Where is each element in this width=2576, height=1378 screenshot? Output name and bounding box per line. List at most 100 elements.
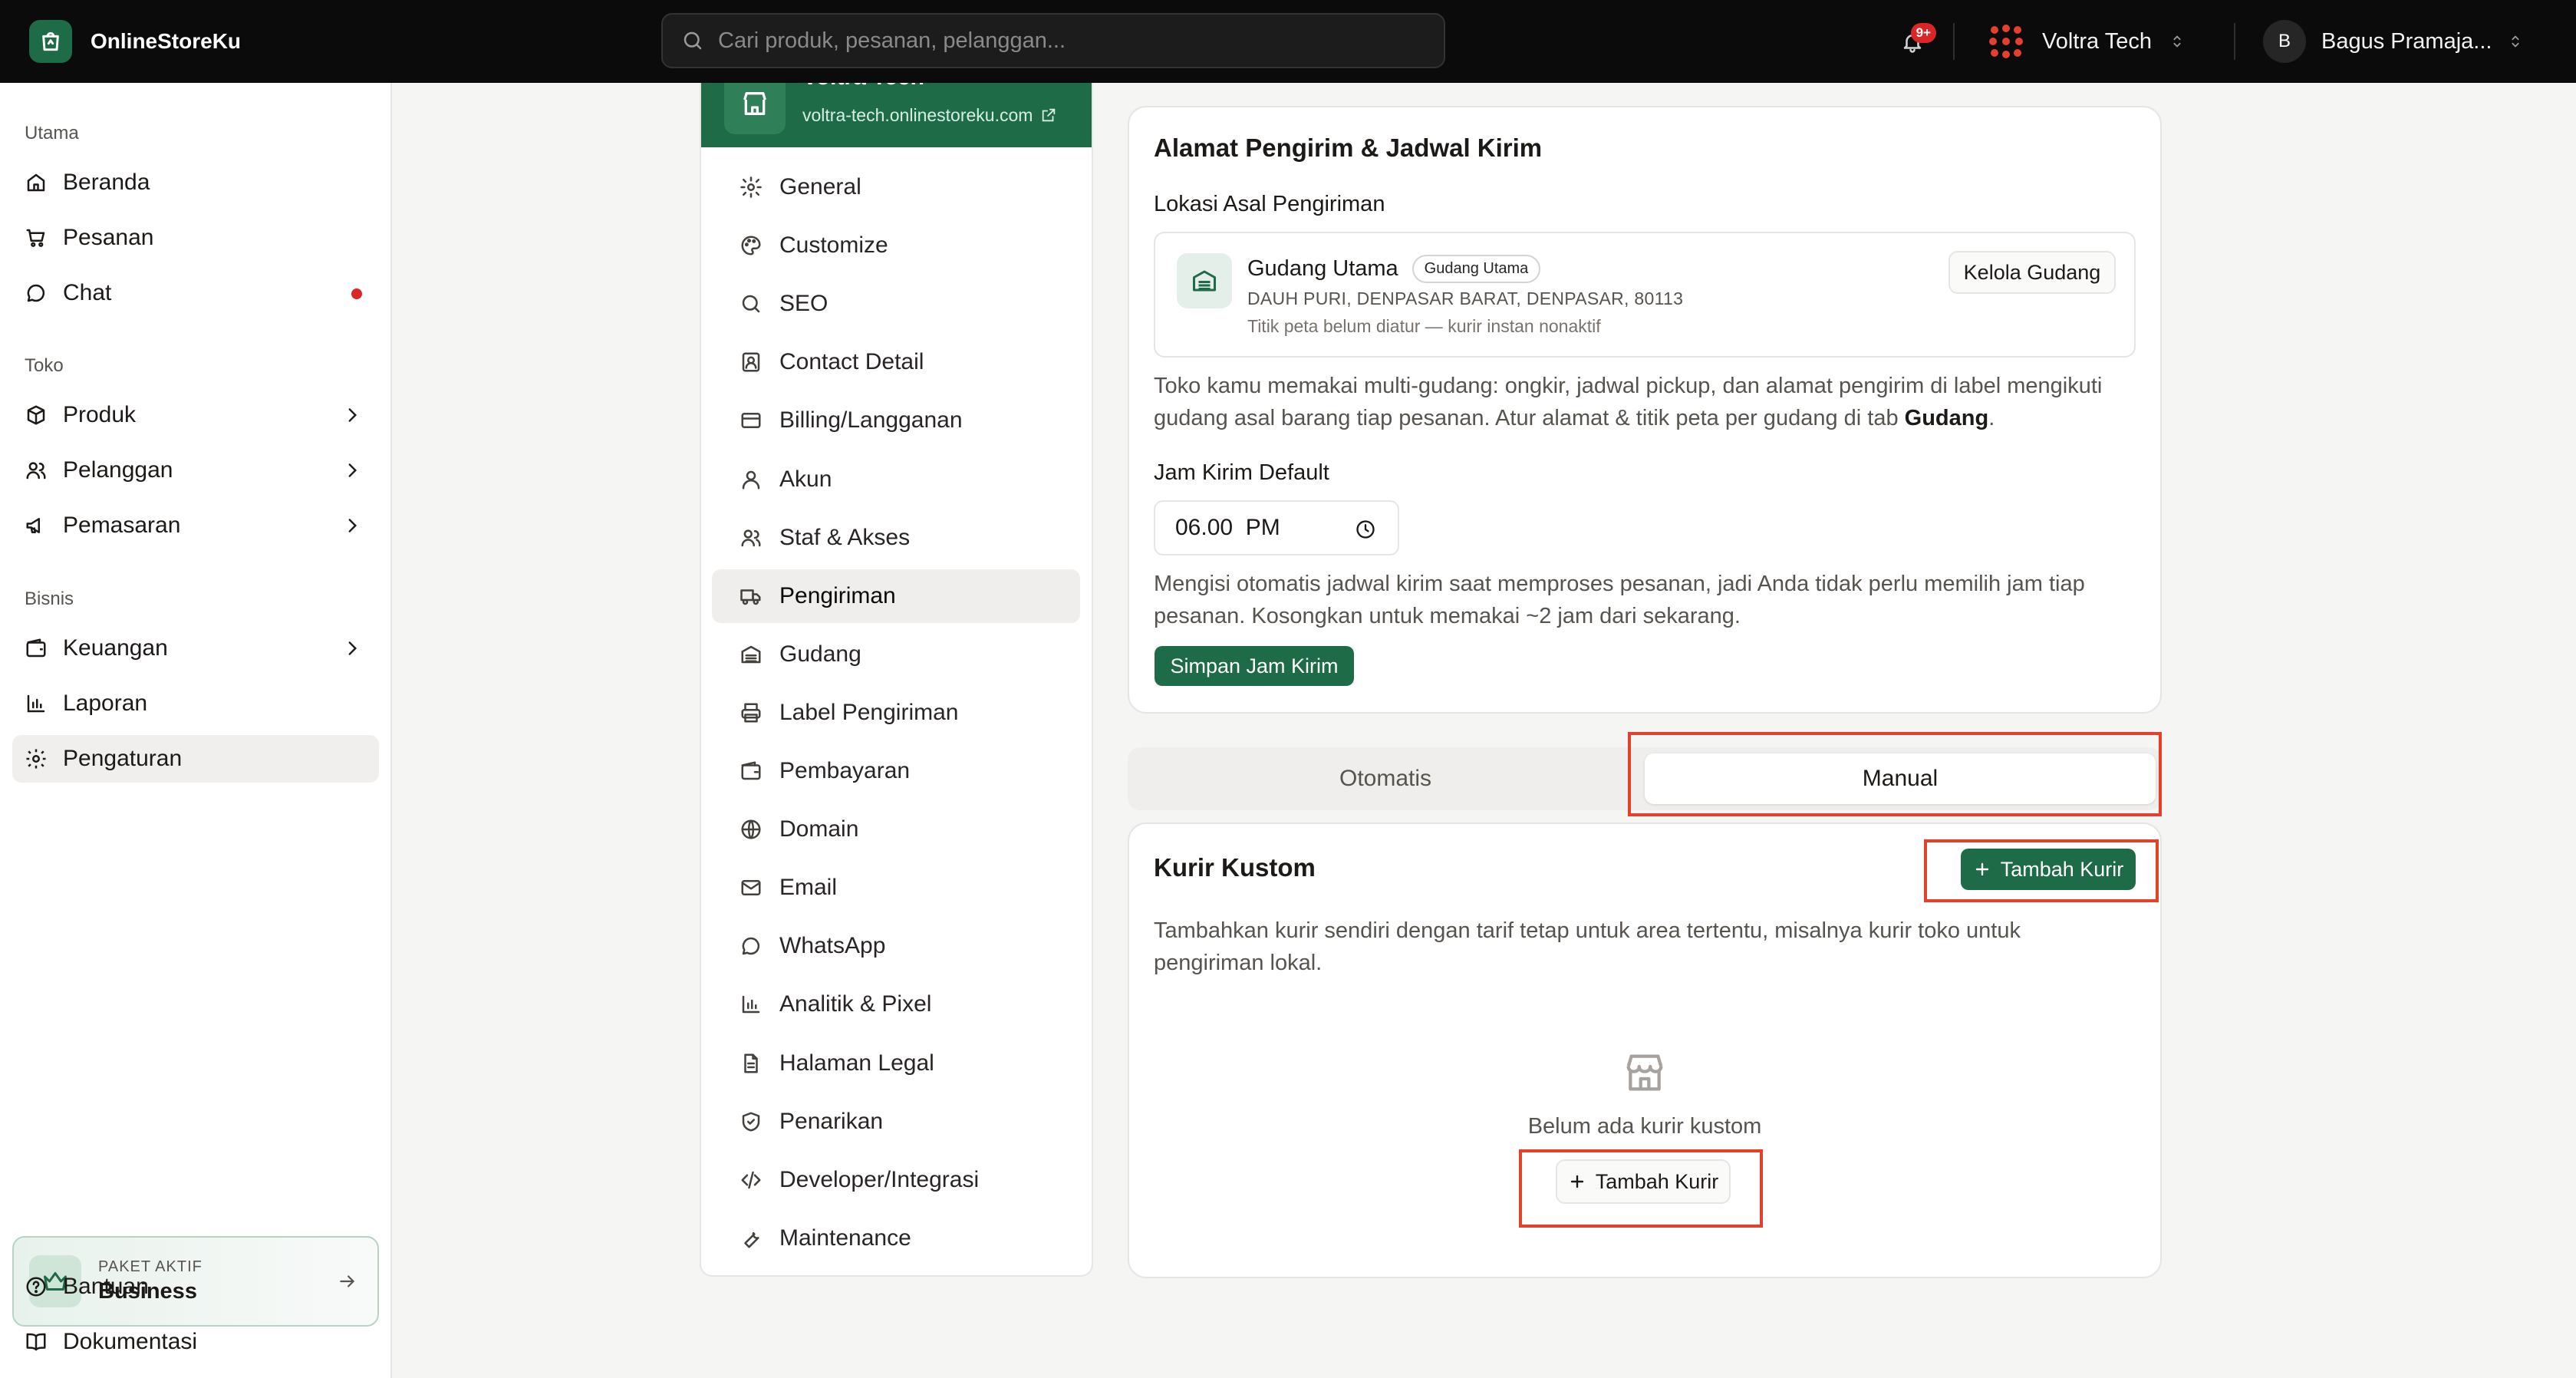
chevron-up-down-icon — [2507, 31, 2524, 52]
settings-item-whatsapp[interactable]: WhatsApp — [712, 919, 1080, 973]
settings-item-domain[interactable]: Domain — [712, 803, 1080, 856]
settings-item-label: Analitik & Pixel — [779, 991, 932, 1017]
sidebar-item-beranda[interactable]: Beranda — [12, 159, 379, 206]
sidebar-item-label: Pelanggan — [63, 457, 173, 483]
search-input[interactable] — [718, 28, 1408, 54]
sidebar-item-bantuan[interactable]: Bantuan — [12, 1263, 379, 1310]
save-time-button[interactable]: Simpan Jam Kirim — [1155, 646, 1354, 686]
gudang-tab-reference: Gudang — [1904, 406, 1989, 430]
search-icon — [681, 29, 704, 52]
sidebar-item-produk[interactable]: Produk — [12, 391, 379, 439]
settings-item-penarikan[interactable]: Penarikan — [712, 1095, 1080, 1149]
sidebar-item-label: Produk — [63, 402, 137, 427]
sidebar-item-label: Beranda — [63, 170, 150, 195]
sidebar-item-chat[interactable]: Chat — [12, 269, 379, 317]
settings-item-label: Contact Detail — [779, 349, 924, 374]
chevron-up-down-icon — [2169, 31, 2186, 52]
sidebar-item-laporan[interactable]: Laporan — [12, 680, 379, 727]
printer-icon — [740, 701, 763, 724]
settings-item-label: Domain — [779, 816, 859, 842]
time-value: 06.00 PM — [1175, 515, 1280, 540]
divider — [2234, 23, 2235, 60]
book-icon — [25, 1330, 48, 1353]
sidebar-item-label: Pengaturan — [63, 746, 183, 771]
add-courier-button[interactable]: Tambah Kurir — [1961, 849, 2136, 890]
notifications-button[interactable]: 9+ — [1893, 23, 1936, 61]
store-url-link[interactable]: voltra-tech.onlinestoreku.com — [802, 105, 1057, 126]
users-icon — [25, 459, 48, 482]
store-name: Voltra Tech — [2042, 28, 2152, 54]
settings-item-developer-integrasi[interactable]: Developer/Integrasi — [712, 1153, 1080, 1207]
sidebar-item-pesanan[interactable]: Pesanan — [12, 214, 379, 262]
chevron-right-icon — [342, 516, 362, 536]
tab-manual[interactable]: Manual — [1645, 753, 2156, 804]
settings-item-label: Staf & Akses — [779, 525, 911, 550]
manage-warehouse-button[interactable]: Kelola Gudang — [1948, 251, 2116, 294]
settings-item-label: Developer/Integrasi — [779, 1167, 980, 1192]
tab-otomatis[interactable]: Otomatis — [1134, 753, 1637, 804]
settings-item-general[interactable]: General — [712, 160, 1080, 214]
sidebar-item-label: Bantuan — [63, 1274, 149, 1299]
settings-item-label: Customize — [779, 232, 888, 258]
settings-item-pembayaran[interactable]: Pembayaran — [712, 744, 1080, 798]
user-menu[interactable]: B Bagus Pramaja... — [2263, 18, 2524, 64]
group-label-bisnis: Bisnis — [25, 588, 74, 609]
default-time-input[interactable]: 06.00 PM — [1154, 500, 1399, 555]
shipping-card-title: Alamat Pengirim & Jadwal Kirim — [1154, 134, 1543, 162]
document-icon — [740, 1052, 763, 1075]
settings-item-seo[interactable]: SEO — [712, 277, 1080, 331]
origin-label: Lokasi Asal Pengiriman — [1154, 192, 1385, 216]
sidebar-item-label: Chat — [63, 280, 112, 305]
chevron-right-icon — [342, 405, 362, 425]
whatsapp-icon — [740, 935, 763, 958]
brand-name: OnlineStoreKu — [91, 29, 242, 53]
brand[interactable]: OnlineStoreKu — [29, 20, 241, 63]
wallet-icon — [25, 637, 48, 660]
chat-icon — [25, 282, 48, 305]
settings-item-halaman-legal[interactable]: Halaman Legal — [712, 1037, 1080, 1090]
clock-icon[interactable] — [1355, 519, 1376, 540]
default-time-label: Jam Kirim Default — [1154, 460, 1329, 485]
external-link-icon — [1040, 107, 1057, 124]
shield-icon — [740, 1110, 763, 1133]
empty-add-courier-label: Tambah Kurir — [1595, 1169, 1719, 1193]
settings-item-analitik-pixel[interactable]: Analitik & Pixel — [712, 977, 1080, 1031]
chevron-right-icon — [342, 460, 362, 480]
settings-item-label: Akun — [779, 466, 832, 492]
store-logo-icon — [1987, 22, 2025, 61]
sidebar-item-label: Laporan — [63, 691, 148, 716]
settings-item-label: Penarikan — [779, 1109, 884, 1134]
main-sidebar: Utama Beranda Pesanan Chat Toko Produk P… — [0, 83, 392, 1378]
gear-icon — [25, 747, 48, 770]
store-switcher[interactable]: Voltra Tech — [1987, 20, 2186, 63]
settings-item-customize[interactable]: Customize — [712, 219, 1080, 272]
settings-item-email[interactable]: Email — [712, 861, 1080, 915]
multi-warehouse-info: Toko kamu memakai multi-gudang: ongkir, … — [1154, 370, 2136, 434]
settings-item-label-pengiriman[interactable]: Label Pengiriman — [712, 686, 1080, 740]
settings-item-maintenance[interactable]: Maintenance — [712, 1212, 1080, 1265]
warehouse-icon — [740, 643, 763, 666]
settings-item-label: Email — [779, 875, 838, 900]
settings-item-gudang[interactable]: Gudang — [712, 628, 1080, 681]
settings-item-staf-akses[interactable]: Staf & Akses — [712, 511, 1080, 565]
warehouse-map-note: Titik peta belum diatur — kurir instan n… — [1247, 316, 1601, 336]
users-icon — [740, 526, 763, 549]
notification-badge: 9+ — [1910, 23, 1936, 43]
sidebar-item-pemasaran[interactable]: Pemasaran — [12, 502, 379, 549]
sidebar-item-keuangan[interactable]: Keuangan — [12, 625, 379, 672]
courier-mode-tabs: Otomatis Manual — [1128, 747, 2162, 810]
settings-item-label: Pengiriman — [779, 583, 896, 608]
settings-item-akun[interactable]: Akun — [712, 453, 1080, 506]
sidebar-item-pengaturan[interactable]: Pengaturan — [12, 735, 379, 783]
group-label-toko: Toko — [25, 355, 64, 376]
empty-add-courier-button[interactable]: Tambah Kurir — [1556, 1159, 1731, 1204]
sidebar-item-pelanggan[interactable]: Pelanggan — [12, 447, 379, 494]
settings-item-pengiriman[interactable]: Pengiriman — [712, 569, 1080, 623]
settings-item-billing-langganan[interactable]: Billing/Langganan — [712, 394, 1080, 447]
shopping-bag-logo-icon — [29, 20, 72, 63]
settings-item-contact-detail[interactable]: Contact Detail — [712, 335, 1080, 389]
sidebar-item-dokumentasi[interactable]: Dokumentasi — [12, 1318, 379, 1366]
bar-chart-icon — [740, 993, 763, 1016]
box-icon — [25, 404, 48, 427]
global-search[interactable] — [661, 13, 1445, 68]
